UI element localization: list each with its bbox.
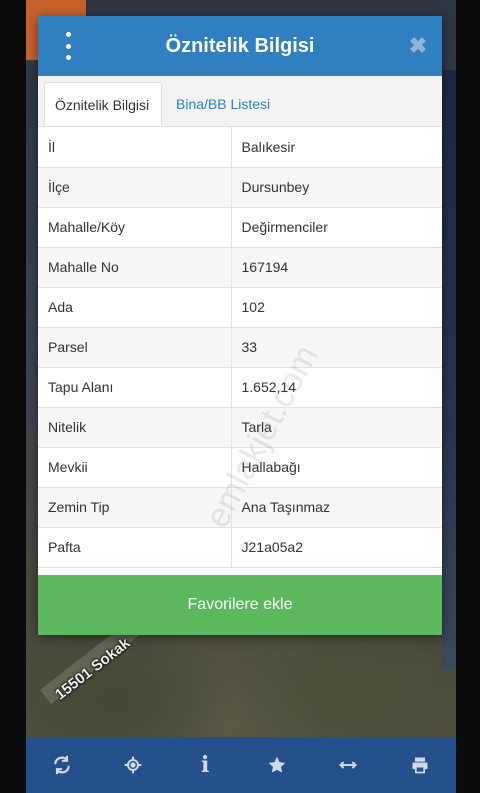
attribute-value: 102	[231, 287, 442, 328]
table-row: Mahalle No 167194	[38, 247, 442, 288]
attribute-key: Pafta	[38, 527, 232, 568]
attribute-value: Dursunbey	[231, 167, 442, 208]
attribute-key: İlçe	[38, 167, 232, 208]
measure-icon[interactable]	[333, 750, 363, 780]
table-row: Ada 102	[38, 287, 442, 328]
attribute-key: Mahalle/Köy	[38, 207, 232, 248]
bottom-toolbar: i	[26, 737, 456, 793]
table-row: Parsel 33	[38, 327, 442, 368]
attribute-value: Hallabağı	[231, 447, 442, 488]
table-row: Tapu Alanı 1.652,14	[38, 367, 442, 408]
table-row: Mevkii Hallabağı	[38, 447, 442, 488]
attribute-value: J21a05a2	[231, 527, 442, 568]
attribute-key: Ada	[38, 287, 232, 328]
attribute-value: Değirmenciler	[231, 207, 442, 248]
attribute-table: İl Balıkesir İlçe Dursunbey Mahalle/Köy Değir…	[38, 127, 442, 568]
attribute-key: Mevkii	[38, 447, 232, 488]
map-feature	[441, 70, 456, 670]
refresh-icon[interactable]	[47, 750, 77, 780]
table-row: Zemin Tip Ana Taşınmaz	[38, 487, 442, 528]
attribute-value: Tarla	[231, 407, 442, 448]
attribute-key: Zemin Tip	[38, 487, 232, 528]
table-row: Nitelik Tarla	[38, 407, 442, 448]
attribute-key: Nitelik	[38, 407, 232, 448]
add-to-favorites-button[interactable]: Favorilere ekle	[38, 575, 442, 635]
attribute-value: 167194	[231, 247, 442, 288]
info-icon[interactable]: i	[190, 750, 220, 780]
modal-header: Öznitelik Bilgisi ✖	[38, 16, 442, 76]
attribute-value: Ana Taşınmaz	[231, 487, 442, 528]
star-icon[interactable]	[262, 750, 292, 780]
table-row: İlçe Dursunbey	[38, 167, 442, 208]
more-options-icon[interactable]	[56, 32, 80, 60]
locate-icon[interactable]	[118, 750, 148, 780]
attribute-info-modal: Öznitelik Bilgisi ✖ Öznitelik Bilgisi Bi…	[38, 16, 442, 635]
attribute-value: 33	[231, 327, 442, 368]
attribute-key: Parsel	[38, 327, 232, 368]
attribute-value: 1.652,14	[231, 367, 442, 408]
attribute-value: Balıkesir	[231, 127, 442, 168]
attribute-key: Tapu Alanı	[38, 367, 232, 408]
close-icon[interactable]: ✖	[406, 34, 430, 58]
attribute-key: Mahalle No	[38, 247, 232, 288]
tab-bar: Öznitelik Bilgisi Bina/BB Listesi	[38, 76, 442, 127]
attribute-key: İl	[38, 127, 232, 168]
print-icon[interactable]	[405, 750, 435, 780]
tab-attribute-info[interactable]: Öznitelik Bilgisi	[44, 82, 162, 126]
table-row: Mahalle/Köy Değirmenciler	[38, 207, 442, 248]
modal-title: Öznitelik Bilgisi	[165, 35, 315, 57]
table-row: Pafta J21a05a2	[38, 527, 442, 568]
table-row: İl Balıkesir	[38, 127, 442, 168]
tab-building-list[interactable]: Bina/BB Listesi	[166, 82, 280, 126]
